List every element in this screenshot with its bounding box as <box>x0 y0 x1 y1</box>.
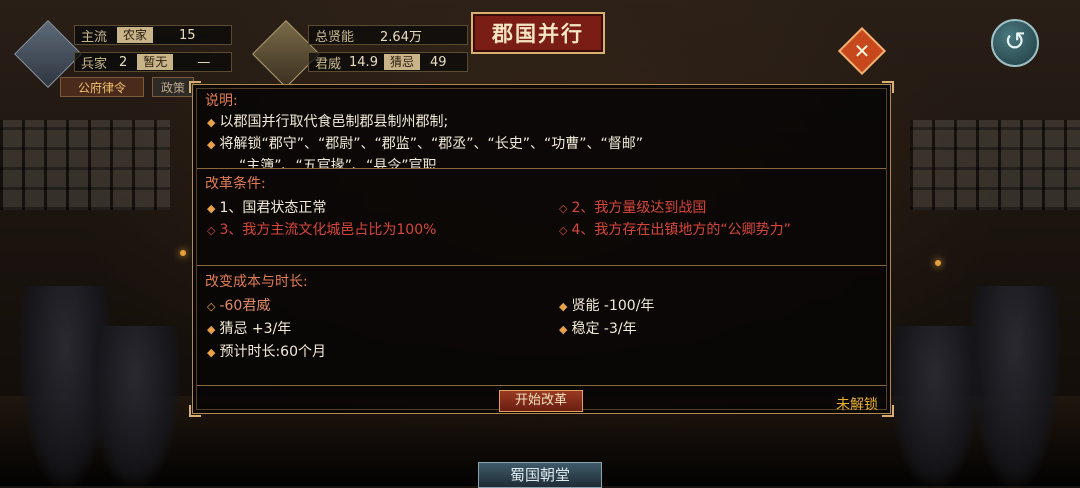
total-talent-value: 2.64万 <box>380 29 422 45</box>
military-key: 兵家 <box>81 56 108 72</box>
condition-item: ◇ 3、我方主流文化城邑占比为100% <box>207 222 437 238</box>
lantern-light <box>935 260 941 266</box>
unmet-diamond-icon: ◇ <box>207 224 216 237</box>
policy-title-banner: 郡国并行 <box>471 12 605 54</box>
courtier-figure-right-2 <box>890 326 980 486</box>
met-diamond-icon: ◆ <box>559 300 568 313</box>
cost-item: ◆ 稳定 -3/年 <box>559 321 637 337</box>
total-talent-stat: 总贤能 2.64万 <box>308 25 468 45</box>
bullet-icon: ◆ <box>207 138 216 151</box>
mainstream-key: 主流 <box>81 29 108 45</box>
condition-item: ◆ 1、国君状态正常 <box>207 200 327 216</box>
courtier-figure-left-2 <box>90 326 180 486</box>
corner-ornament <box>189 405 201 417</box>
section-divider <box>197 168 886 169</box>
explanation-line: 以郡国并行取代食邑制郡县制州郡制; <box>219 114 449 130</box>
locked-status: 未解锁 <box>836 397 878 413</box>
court-hall-tab[interactable]: 蜀国朝堂 <box>478 462 602 488</box>
met-diamond-icon: ◆ <box>207 202 216 215</box>
courtier-figure-right <box>970 286 1060 486</box>
mainstream-stat: 主流 农家 15 <box>74 25 232 45</box>
conditions-heading: 改革条件: <box>205 176 266 192</box>
majesty-stat: 君威 14.9 猜忌 49 <box>308 52 468 72</box>
suspicion-value: 49 <box>429 54 447 70</box>
start-reform-button[interactable]: 开始改革 <box>499 390 583 412</box>
corner-ornament <box>882 405 894 417</box>
right-lattice-window <box>910 120 1080 210</box>
back-button[interactable]: ↺ <box>991 19 1039 67</box>
met-diamond-icon: ◆ <box>207 346 216 359</box>
explanation-line: 将解锁“郡守”、“郡尉”、“郡监”、“郡丞”、“长史”、“功曹”、“督邮” <box>219 136 644 152</box>
cost-item: ◆ 贤能 -100/年 <box>559 298 655 314</box>
military-value: 2 <box>119 54 128 70</box>
unmet-diamond-icon: ◇ <box>559 224 568 237</box>
lantern-light <box>180 250 186 256</box>
cost-item: ◆ 预计时长:60个月 <box>207 344 326 360</box>
temp-value: — <box>197 54 211 70</box>
cost-item: ◆ 猜忌 +3/年 <box>207 321 292 337</box>
met-diamond-icon: ◆ <box>207 323 216 336</box>
tab-official-decrees[interactable]: 公府律令 <box>60 77 144 97</box>
unmet-diamond-icon: ◇ <box>559 202 568 215</box>
section-divider <box>197 265 886 266</box>
left-lattice-window <box>0 120 170 210</box>
bullet-icon: ◆ <box>207 116 216 129</box>
met-diamond-icon: ◆ <box>559 323 568 336</box>
suspicion-key: 猜忌 <box>383 54 420 70</box>
corner-ornament <box>189 81 201 93</box>
policy-dialog: 说明: ◆ 以郡国并行取代食邑制郡县制州郡制; ◆ 将解锁“郡守”、“郡尉”、“郡监… <box>189 81 894 417</box>
condition-item: ◇ 4、我方存在出镇地方的“公卿势力” <box>559 222 791 238</box>
total-talent-key: 总贤能 <box>315 29 355 45</box>
mainstream-value: 15 <box>179 27 196 43</box>
majesty-value: 14.9 <box>349 54 378 70</box>
mainstream-tag: 农家 <box>117 27 154 43</box>
majesty-key: 君威 <box>315 56 342 72</box>
section-divider <box>197 385 886 386</box>
corner-ornament <box>882 81 894 93</box>
close-icon: ✕ <box>853 39 871 63</box>
cost-item: ◇ -60君威 <box>207 298 271 314</box>
cost-heading: 改变成本与时长: <box>205 274 308 290</box>
explanation-text[interactable]: ◆ 以郡国并行取代食邑制郡县制州郡制; ◆ 将解锁“郡守”、“郡尉”、“郡监”、“郡… <box>203 109 873 169</box>
unmet-diamond-icon: ◇ <box>207 300 216 313</box>
condition-item: ◇ 2、我方量级达到战国 <box>559 200 707 216</box>
temp-tag: 暂无 <box>137 54 174 70</box>
tab-policy[interactable]: 政策 <box>152 77 194 97</box>
military-stat: 兵家 2 暂无 — <box>74 52 232 72</box>
explanation-heading: 说明: <box>205 93 238 109</box>
